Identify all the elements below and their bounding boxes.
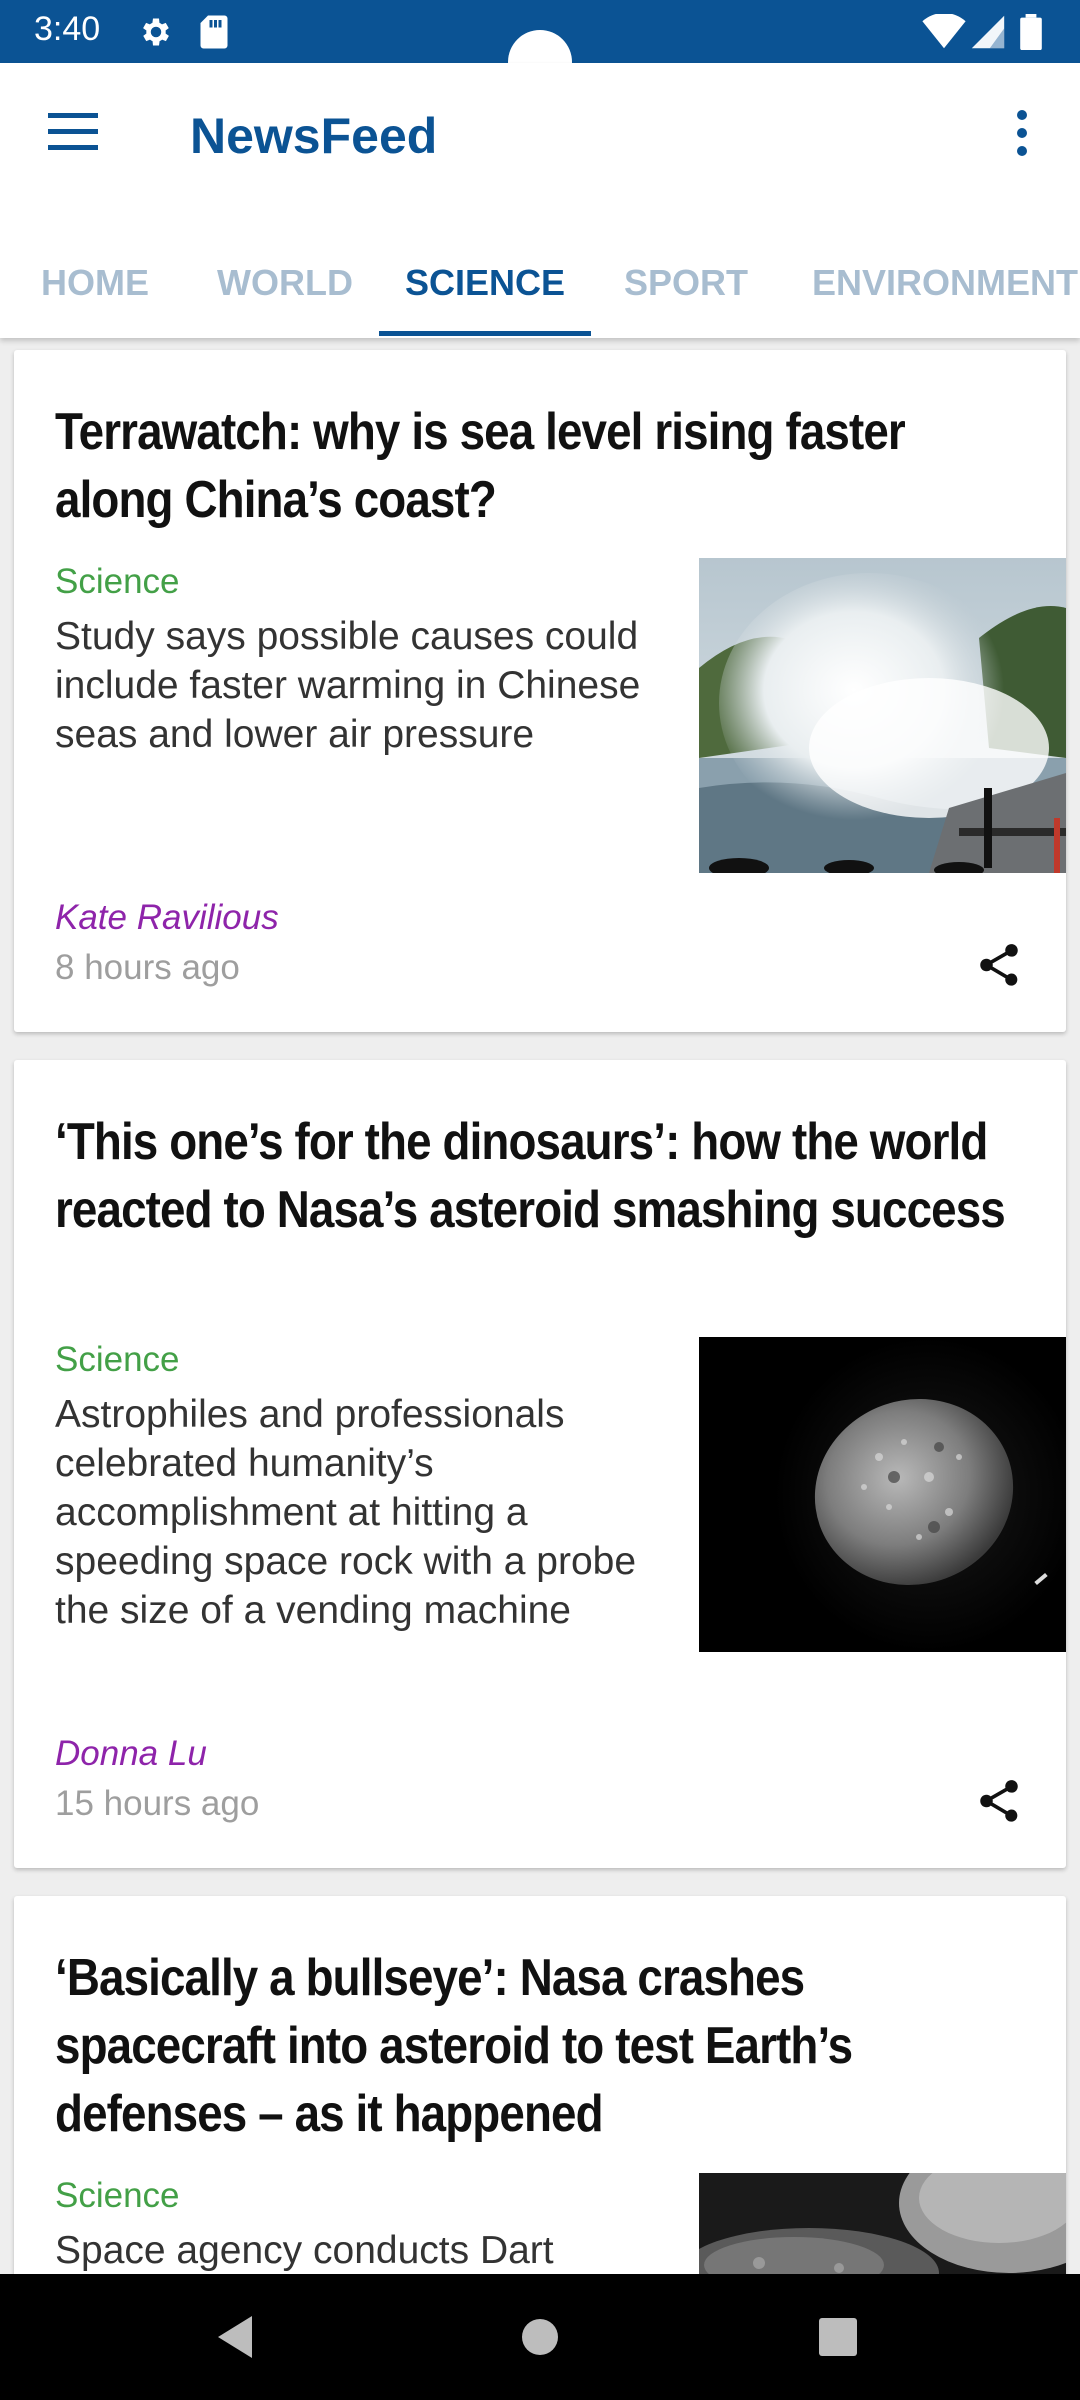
- article-timestamp: 8 hours ago: [55, 948, 240, 987]
- article-byline: Kate Ravilious: [55, 898, 279, 937]
- article-section: Science: [55, 2176, 180, 2215]
- more-options-button[interactable]: [1000, 103, 1044, 163]
- home-icon: [522, 2319, 558, 2355]
- app-title: NewsFeed: [190, 108, 438, 164]
- article-section: Science: [55, 1340, 180, 1379]
- hamburger-menu-icon: [48, 113, 98, 150]
- tab-home[interactable]: HOME: [0, 233, 190, 337]
- article-section: Science: [55, 562, 180, 601]
- back-icon: [218, 2316, 252, 2358]
- wifi-icon: [922, 12, 966, 55]
- menu-button[interactable]: [40, 105, 108, 157]
- article-headline[interactable]: Terrawatch: why is sea level rising fast…: [55, 398, 1032, 534]
- wave-crashing-coast-photo[interactable]: [699, 558, 1066, 873]
- status-time: 3:40: [34, 10, 101, 48]
- home-button[interactable]: [505, 2302, 575, 2372]
- gear-icon: [138, 14, 174, 55]
- recents-icon: [819, 2318, 857, 2356]
- section-tabs: HOME WORLD SCIENCE SPORT ENVIRONMENT: [0, 233, 1080, 337]
- tab-world[interactable]: WORLD: [190, 233, 380, 337]
- article-standfirst: Astrophiles and professionals celebrated…: [55, 1393, 637, 1632]
- article-card[interactable]: ‘This one’s for the dinosaurs’: how the …: [14, 1060, 1066, 1868]
- recents-button[interactable]: [803, 2302, 873, 2372]
- sd-card-icon: [198, 14, 230, 55]
- article-headline[interactable]: ‘Basically a bullseye’: Nasa crashes spa…: [55, 1944, 1032, 2148]
- screen: 3:40 NewsFeed HOME WORLD SCIENCE SPORT E…: [0, 0, 1080, 2400]
- tab-sport[interactable]: SPORT: [591, 233, 781, 337]
- signal-icon: [970, 14, 1006, 55]
- status-bar: 3:40: [0, 0, 1080, 94]
- asteroid-photo[interactable]: [699, 1337, 1066, 1652]
- more-vert-icon: [1017, 110, 1027, 156]
- article-standfirst: Study says possible causes could include…: [55, 615, 641, 756]
- battery-icon: [1020, 14, 1042, 55]
- article-standfirst: Space agency conducts Dart: [55, 2229, 554, 2272]
- tab-science[interactable]: SCIENCE: [379, 233, 591, 337]
- article-headline[interactable]: ‘This one’s for the dinosaurs’: how the …: [55, 1108, 1032, 1244]
- share-button[interactable]: [974, 1776, 1024, 1826]
- share-icon: [980, 1780, 1018, 1822]
- share-button[interactable]: [974, 940, 1024, 990]
- app-bar: NewsFeed HOME WORLD SCIENCE SPORT ENVIRO…: [0, 63, 1080, 338]
- system-nav-bar: [0, 2274, 1080, 2400]
- article-card[interactable]: Terrawatch: why is sea level rising fast…: [14, 350, 1066, 1032]
- article-timestamp: 15 hours ago: [55, 1784, 260, 1823]
- share-icon: [980, 944, 1018, 986]
- tab-environment[interactable]: ENVIRONMENT: [790, 233, 1080, 337]
- article-byline: Donna Lu: [55, 1734, 207, 1773]
- back-button[interactable]: [200, 2302, 270, 2372]
- active-tab-indicator: [379, 331, 591, 336]
